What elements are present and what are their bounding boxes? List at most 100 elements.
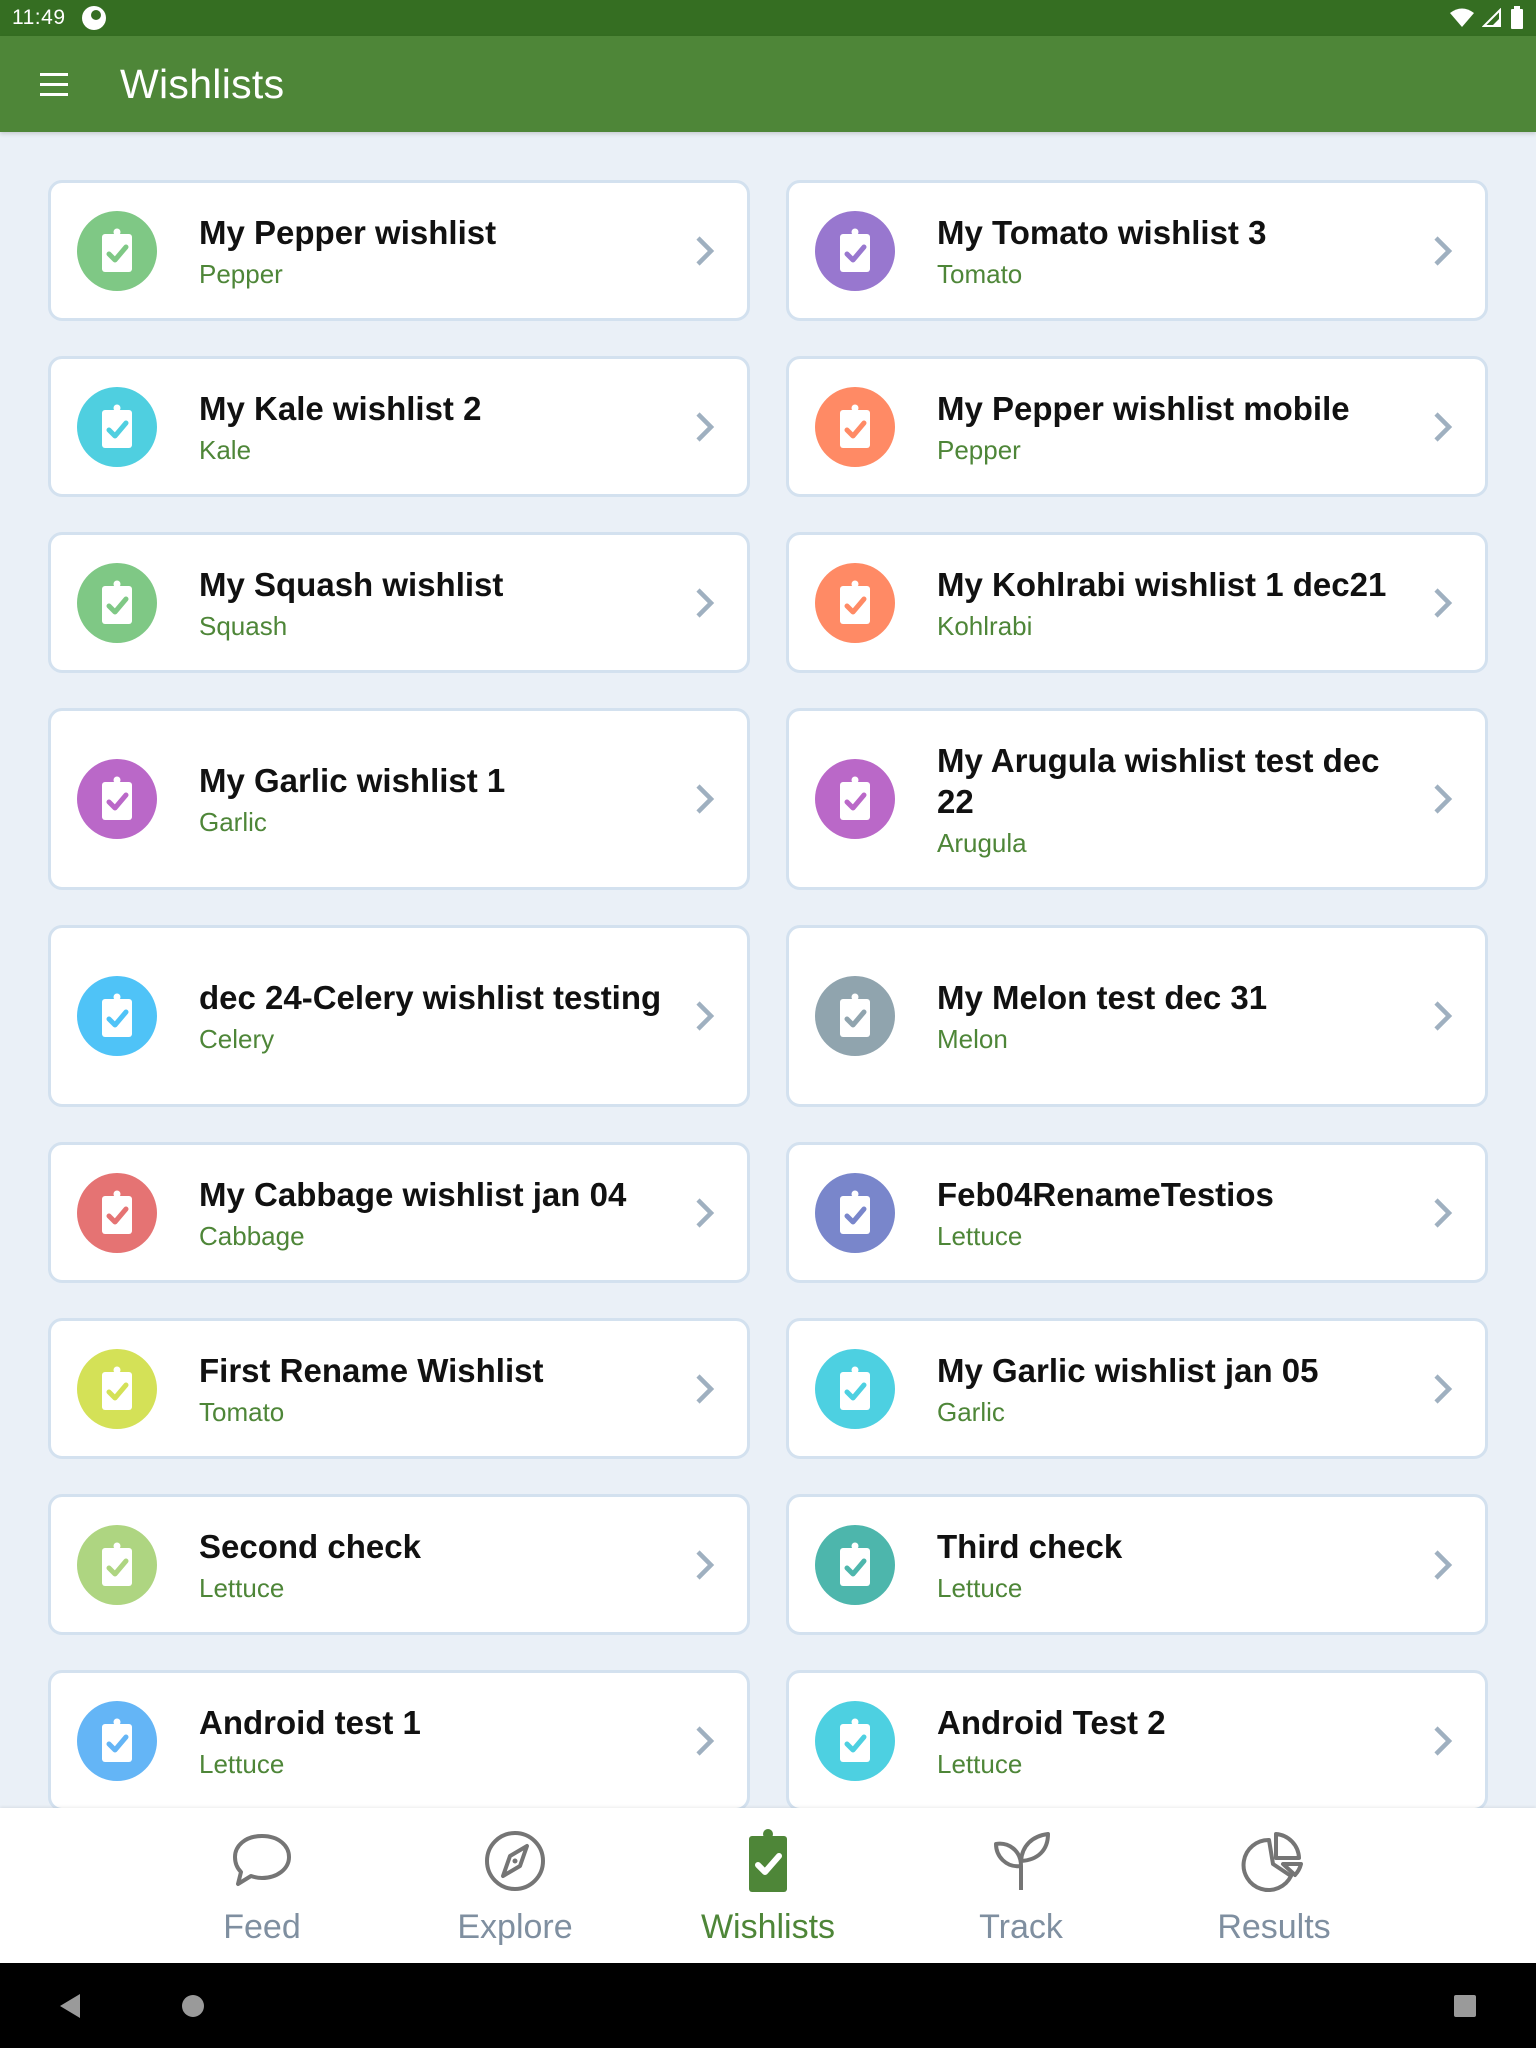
nav-item-wishlists[interactable]: Wishlists (642, 1808, 895, 1963)
wishlist-crop: Lettuce (199, 1748, 285, 1779)
wishlist-title: My Pepper wishlist (199, 213, 497, 251)
nav-label: Wishlists (700, 1908, 836, 1946)
wishlist-title: My Melon test dec 31 (937, 979, 1268, 1016)
wishlist-card[interactable]: dec 24-Celery wishlist testing Celery (48, 925, 750, 1107)
wishlist-avatar (77, 1524, 157, 1605)
wishlist-crop: Lettuce (937, 1572, 1023, 1603)
wishlist-avatar (77, 1172, 157, 1253)
wishlist-avatar (77, 976, 157, 1056)
wishlist-card[interactable]: First Rename Wishlist Tomato (48, 1318, 750, 1459)
status-icons (1450, 6, 1524, 30)
wishlist-title: First Rename Wishlist (199, 1351, 544, 1389)
wishlist-card[interactable]: Third check Lettuce (786, 1494, 1488, 1635)
nav-item-track[interactable]: Track (895, 1808, 1148, 1963)
wishlist-card[interactable]: My Garlic wishlist 1 Garlic (48, 708, 750, 890)
chevron-right-icon (696, 411, 715, 442)
clipboard-check-icon (102, 1366, 132, 1410)
wishlist-text: My Pepper wishlist Pepper (199, 190, 681, 312)
clipboard-check-icon (102, 580, 132, 624)
wishlist-text: Feb04RenameTestios Lettuce (937, 1152, 1419, 1274)
wishlist-card[interactable]: Android Test 2 Lettuce (786, 1670, 1488, 1808)
clipboard-check-icon (102, 1190, 132, 1234)
wishlist-text: My Arugula wishlist test dec 22 Arugula (937, 718, 1419, 881)
wishlist-card[interactable]: My Pepper wishlist mobile Pepper (786, 356, 1488, 497)
chevron-right-icon (1434, 1373, 1453, 1404)
wishlist-avatar (815, 1348, 895, 1429)
wishlist-crop: Celery (199, 1024, 275, 1054)
wishlist-crop: Pepper (199, 258, 283, 289)
wishlist-avatar (77, 1700, 157, 1781)
wishlist-crop: Garlic (199, 807, 267, 837)
wishlist-text: My Cabbage wishlist jan 04 Cabbage (199, 1152, 681, 1274)
wishlist-crop: Arugula (937, 827, 1027, 858)
wishlist-card[interactable]: My Arugula wishlist test dec 22 Arugula (786, 708, 1488, 890)
wishlist-title: Android Test 2 (937, 1703, 1166, 1741)
clipboard-check-icon (102, 1542, 132, 1586)
wishlist-list[interactable]: My Pepper wishlist Pepper My Tomato wish… (0, 132, 1536, 1808)
wishlist-text: dec 24-Celery wishlist testing Celery (199, 955, 681, 1077)
wishlist-text: My Squash wishlist Squash (199, 542, 681, 664)
wishlist-avatar (815, 210, 895, 291)
wishlist-avatar (77, 1348, 157, 1429)
wishlist-card[interactable]: My Squash wishlist Squash (48, 532, 750, 673)
wishlist-avatar (815, 1172, 895, 1253)
wishlist-card[interactable]: My Tomato wishlist 3 Tomato (786, 180, 1488, 321)
wishlist-card[interactable]: My Cabbage wishlist jan 04 Cabbage (48, 1142, 750, 1283)
nav-label: Results (1217, 1908, 1331, 1946)
wishlist-title: My Cabbage wishlist jan 04 (199, 1175, 627, 1213)
wishlist-avatar (77, 759, 157, 839)
nav-label: Feed (223, 1908, 301, 1946)
chevron-right-icon (696, 784, 715, 814)
wishlist-card[interactable]: My Kale wishlist 2 Kale (48, 356, 750, 497)
clipboard-check-icon (840, 404, 870, 448)
wishlist-card[interactable]: Second check Lettuce (48, 1494, 750, 1635)
wishlist-text: My Kale wishlist 2 Kale (199, 366, 681, 488)
clipboard-check-icon (840, 1366, 870, 1410)
wishlist-card[interactable]: My Pepper wishlist Pepper (48, 180, 750, 321)
wishlist-crop: Kale (199, 434, 252, 465)
wishlist-card[interactable]: Android test 1 Lettuce (48, 1670, 750, 1808)
wifi-icon (1450, 8, 1474, 27)
page-title: Wishlists (120, 60, 285, 107)
wishlist-card[interactable]: My Melon test dec 31 Melon (786, 925, 1488, 1107)
nav-label: Explore (457, 1908, 573, 1946)
clipboard-check-icon (102, 993, 132, 1037)
wishlist-avatar (815, 1700, 895, 1781)
clipboard-check-icon (102, 776, 132, 820)
wishlist-avatar (77, 386, 157, 467)
pie-chart-icon (1241, 1832, 1303, 1892)
wishlist-text: My Pepper wishlist mobile Pepper (937, 366, 1419, 488)
wishlist-text: Android Test 2 Lettuce (937, 1680, 1419, 1802)
wishlist-title: Android test 1 (199, 1703, 421, 1741)
wishlist-avatar (77, 562, 157, 643)
nav-item-explore[interactable]: Explore (389, 1808, 642, 1963)
status-bar: 11:49 (0, 0, 1536, 36)
chevron-right-icon (696, 1197, 715, 1228)
wishlist-text: My Garlic wishlist jan 05 Garlic (937, 1328, 1419, 1450)
clipboard-check-icon (840, 993, 870, 1037)
nav-item-feed[interactable]: Feed (136, 1808, 389, 1963)
nav-item-results[interactable]: Results (1148, 1808, 1401, 1963)
wishlist-title: My Kohlrabi wishlist 1 dec21 (937, 565, 1387, 603)
wishlist-card[interactable]: My Kohlrabi wishlist 1 dec21 Kohlrabi (786, 532, 1488, 673)
hamburger-icon-line (40, 72, 68, 76)
wishlist-crop: Kohlrabi (937, 610, 1033, 641)
app-bar: Wishlists (0, 36, 1536, 132)
wishlist-avatar (815, 386, 895, 467)
recents-button[interactable] (1454, 1995, 1476, 2017)
wishlist-text: Third check Lettuce (937, 1504, 1419, 1626)
wishlist-card[interactable]: Feb04RenameTestios Lettuce (786, 1142, 1488, 1283)
wishlist-avatar (815, 562, 895, 643)
wishlist-title: My Arugula wishlist test dec 22 (937, 741, 1380, 820)
clipboard-check-icon (840, 776, 870, 820)
chevron-right-icon (1434, 1725, 1453, 1756)
chevron-right-icon (1434, 1197, 1453, 1228)
wishlist-grid: My Pepper wishlist Pepper My Tomato wish… (48, 180, 1488, 1808)
home-button[interactable] (182, 1995, 204, 2017)
clipboard-check-icon (102, 1718, 132, 1762)
back-button[interactable] (60, 1994, 80, 2018)
menu-button[interactable] (26, 56, 82, 112)
clipboard-check-icon (840, 1190, 870, 1234)
wishlist-text: My Melon test dec 31 Melon (937, 955, 1419, 1077)
wishlist-card[interactable]: My Garlic wishlist jan 05 Garlic (786, 1318, 1488, 1459)
